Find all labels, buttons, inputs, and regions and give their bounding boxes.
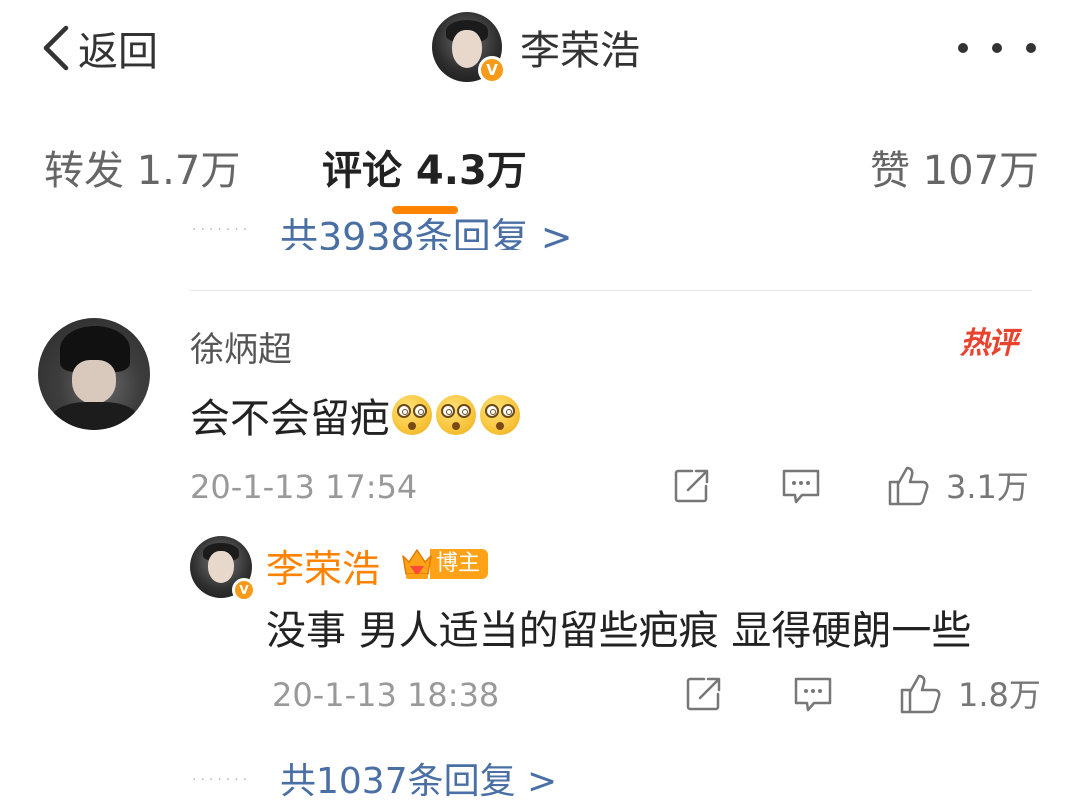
like-button[interactable]: 3.1万 xyxy=(886,462,1029,508)
back-button[interactable]: 返回 xyxy=(40,20,158,76)
commenter-avatar[interactable] xyxy=(38,318,150,430)
share-button[interactable] xyxy=(672,466,712,506)
comment-timestamp: 20-1-13 17:54 xyxy=(190,468,418,506)
reply-button[interactable] xyxy=(780,466,822,506)
crown-icon xyxy=(402,549,432,579)
previous-replies-link[interactable]: 共3938条回复 > xyxy=(280,218,573,250)
dizzy-face-emoji-icon xyxy=(436,395,476,435)
comment-icon xyxy=(782,469,820,504)
active-tab-indicator xyxy=(392,206,458,214)
reply-avatar[interactable]: V xyxy=(190,536,256,602)
avatar[interactable]: V xyxy=(432,12,506,84)
reply-author-name[interactable]: 李荣浩 xyxy=(266,538,380,593)
hot-comment-badge: 热评 xyxy=(960,326,1018,361)
more-replies-link[interactable]: 共1037条回复 > xyxy=(280,752,557,804)
dizzy-face-emoji-icon xyxy=(480,395,520,435)
verified-icon: V xyxy=(478,56,506,84)
thumbs-up-icon xyxy=(888,466,929,506)
reply-like-button[interactable]: 1.8万 xyxy=(898,670,1041,716)
blogger-label: 博主 xyxy=(430,549,489,579)
reply-text: 没事 男人适当的留些疤痕 显得硬朗一些 xyxy=(266,608,972,654)
like-count: 3.1万 xyxy=(946,468,1029,506)
tab-likes[interactable]: 赞 107万 xyxy=(870,138,1039,196)
more-dots-icon xyxy=(958,43,968,53)
more-options-button[interactable] xyxy=(958,36,1036,60)
share-icon xyxy=(686,677,721,711)
comment-text: 会不会留疤 xyxy=(190,386,524,444)
reply-timestamp: 20-1-13 18:38 xyxy=(272,676,500,714)
share-icon xyxy=(674,469,709,503)
reply-share-button[interactable] xyxy=(684,674,724,714)
commenter-name[interactable]: 徐炳超 xyxy=(190,322,292,371)
thread-dots: ······· xyxy=(192,772,252,788)
author-header[interactable]: V 李荣浩 xyxy=(432,10,640,84)
emoji-group xyxy=(392,395,524,435)
back-label: 返回 xyxy=(78,29,158,75)
thumbs-up-icon xyxy=(900,674,941,714)
comment-icon xyxy=(794,677,832,712)
divider xyxy=(190,290,1032,291)
reply-like-count: 1.8万 xyxy=(958,676,1041,714)
author-name[interactable]: 李荣浩 xyxy=(520,18,640,76)
dizzy-face-emoji-icon xyxy=(392,395,432,435)
blogger-badge: 博主 xyxy=(400,546,489,582)
chevron-left-icon xyxy=(43,25,69,71)
tab-repost[interactable]: 转发 1.7万 xyxy=(44,138,240,196)
previous-replies-partial: ······· 共3938条回复 > xyxy=(0,218,1080,250)
verified-icon: V xyxy=(232,578,256,602)
reply-comment-button[interactable] xyxy=(792,674,834,714)
tab-comments[interactable]: 评论 4.3万 xyxy=(322,138,527,196)
comment-body: 会不会留疤 xyxy=(190,396,390,442)
